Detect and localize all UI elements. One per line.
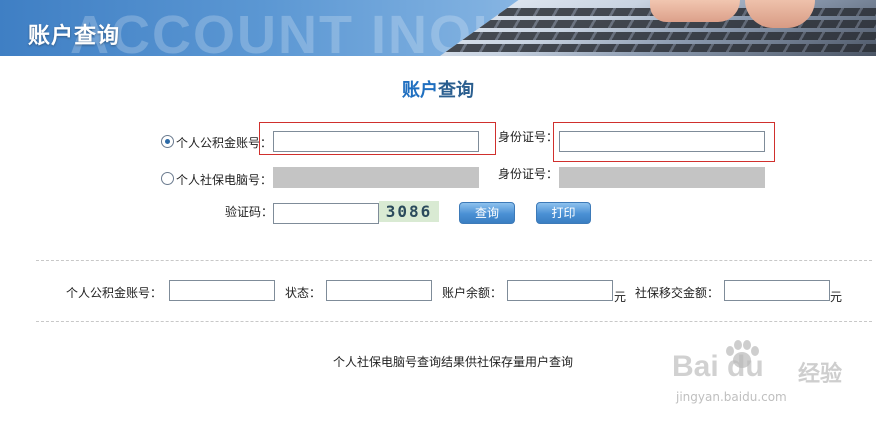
- page-title-part1: 账户: [402, 80, 438, 101]
- watermark-url: jingyan.baidu.com: [676, 390, 787, 404]
- banner-title: 账户查询: [28, 24, 121, 49]
- query-button[interactable]: 查询: [459, 202, 515, 224]
- watermark-brand: 经验: [798, 362, 843, 387]
- result-transfer-label: 社保移交金额：: [635, 286, 720, 300]
- result-balance-field: [507, 280, 613, 301]
- divider-top: [36, 260, 872, 261]
- paw-icon: [726, 340, 759, 368]
- print-button[interactable]: 打印: [536, 202, 591, 224]
- id-number-input-1[interactable]: [559, 131, 765, 152]
- id-number-input-2[interactable]: [559, 167, 765, 188]
- radio-social-security[interactable]: [161, 172, 174, 185]
- hand-image: [650, 0, 740, 22]
- balance-unit: 元: [614, 290, 627, 304]
- fund-account-input[interactable]: [273, 131, 479, 152]
- watermark: Bai du 经验 jingyan.baidu.com: [672, 340, 872, 410]
- page-title-part2: 查询: [438, 80, 474, 101]
- result-transfer-field: [724, 280, 830, 301]
- id-number-label-2: 身份证号：: [498, 167, 559, 181]
- result-balance-label: 账户余额：: [442, 286, 503, 300]
- captcha-input[interactable]: [273, 203, 379, 224]
- social-security-input[interactable]: [273, 167, 479, 188]
- divider-bottom: [36, 321, 872, 322]
- fund-account-label: 个人公积金账号：: [176, 136, 273, 150]
- transfer-unit: 元: [830, 290, 843, 304]
- result-status-field: [326, 280, 432, 301]
- id-number-label-1: 身份证号：: [498, 130, 559, 144]
- captcha-image[interactable]: 3086: [379, 201, 439, 222]
- result-status-label: 状态：: [285, 286, 322, 300]
- result-fund-account-label: 个人公积金账号：: [66, 286, 163, 300]
- captcha-label: 验证码：: [225, 205, 274, 219]
- result-fund-account-field: [169, 280, 275, 301]
- radio-fund-account[interactable]: [161, 135, 174, 148]
- header-banner: ACCOUNT INQUIRY 账户查询: [0, 0, 876, 56]
- page-title: 账户查询: [0, 76, 876, 102]
- social-security-label: 个人社保电脑号：: [176, 173, 273, 187]
